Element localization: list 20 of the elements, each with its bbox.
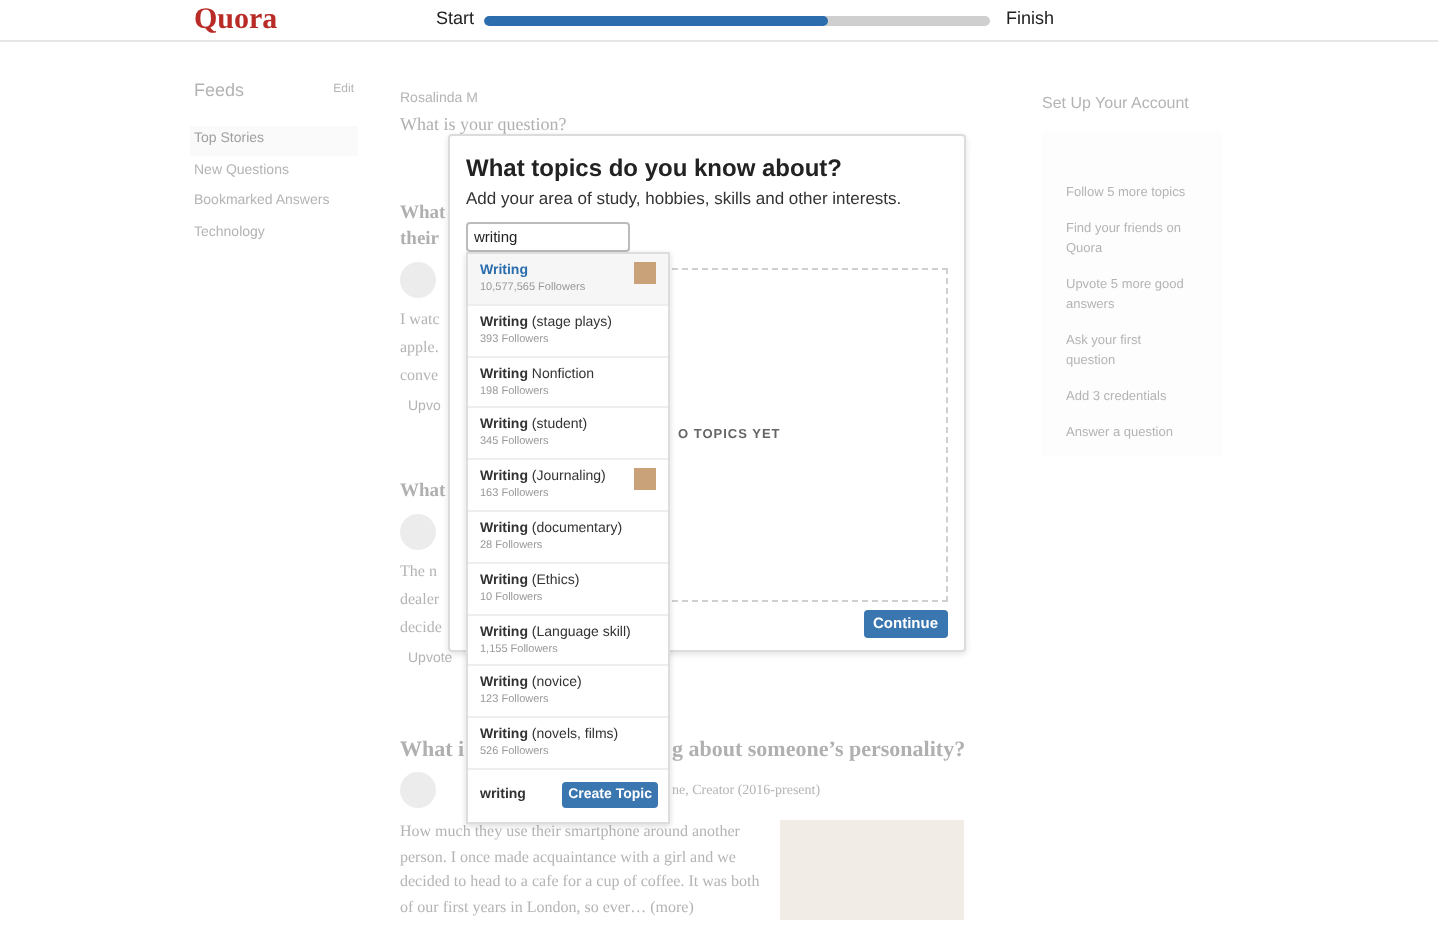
story-title: their [400, 228, 440, 254]
dialog-title: What topics do you know about? [466, 152, 842, 186]
logo[interactable]: Quora [194, 5, 414, 35]
question-prompt: What is your question? [400, 112, 567, 136]
story-text: I watc [400, 308, 440, 332]
story-title: What [400, 202, 446, 228]
story-text: dealer [400, 588, 440, 612]
progress-start-label: Start [436, 6, 475, 33]
story-text: How much they use their smartphone around another person. I once made acquaintance with a girl and we decided to head to a cafe for a cup of coffee. It was both of our first years in London, so ever… (more) [400, 820, 760, 920]
dialog-subtitle: Add your area of study, hobbies, skills and other interests. [466, 186, 902, 212]
setup-title: Set Up Your Account [1042, 92, 1191, 116]
story-title: What [400, 480, 446, 506]
story-title: What i [400, 736, 460, 764]
story-text: The n [400, 560, 437, 584]
story-text: decide [400, 616, 442, 640]
progress-end-label: Finish [1006, 6, 1055, 33]
story-text: conve [400, 364, 439, 388]
sidebar-title: Feeds [194, 78, 245, 104]
story-title: g about someone’s personality? [672, 736, 966, 764]
story-text: apple. [400, 336, 439, 360]
